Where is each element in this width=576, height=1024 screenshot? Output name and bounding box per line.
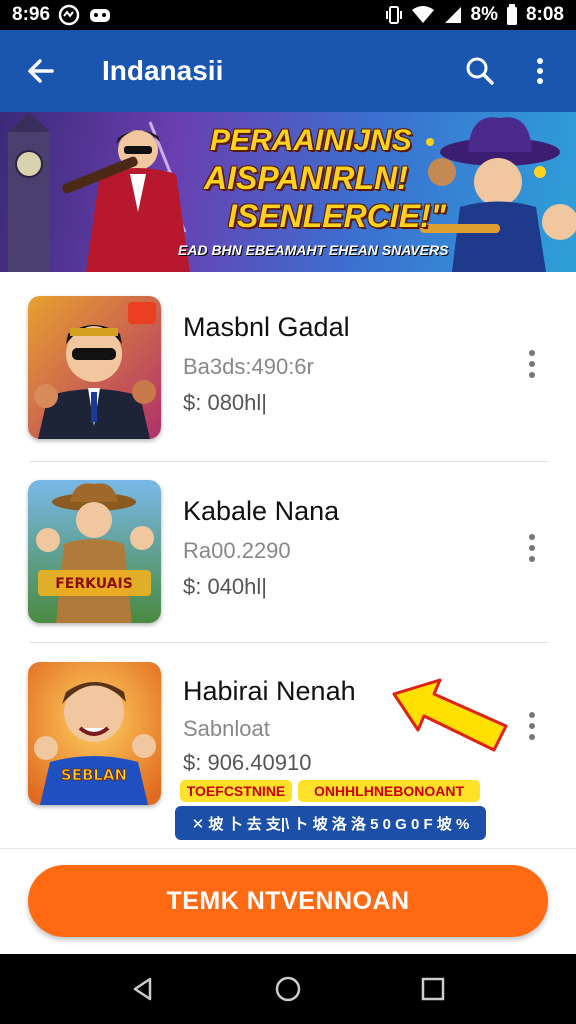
app-bar: Indanasii	[0, 30, 576, 112]
battery-percent: 8%	[470, 4, 498, 25]
more-vertical-icon	[529, 350, 535, 378]
item-subtitle: Ra00.2290	[183, 538, 291, 563]
promo-chip[interactable]: ✕ 坡 卜 去 支|\ ト 坡 洛 洛 5 0 G 0 F 坡 %	[175, 806, 486, 840]
divider	[30, 461, 548, 462]
back-button[interactable]	[10, 30, 72, 112]
item-name: Habirai Nenah	[183, 676, 356, 706]
status-time-left: 8:96	[12, 4, 51, 25]
more-vertical-icon	[529, 534, 535, 562]
item-subtitle: Ba3ds:490:6r	[183, 354, 314, 379]
item-thumbnail	[28, 296, 161, 439]
search-icon	[466, 57, 494, 85]
nav-back-button[interactable]	[113, 959, 173, 1019]
more-vertical-icon	[529, 712, 535, 740]
more-options-button[interactable]	[510, 30, 570, 112]
nav-recents-button[interactable]	[403, 959, 463, 1019]
banner-headline-line2: AISPANIRLN!	[204, 160, 408, 196]
item-menu-button[interactable]	[518, 344, 546, 384]
circle-home-icon	[275, 976, 301, 1002]
promo-banner[interactable]: PERAAINIJNS AISPANIRLN! ISENLERCIE!" EAD…	[0, 112, 576, 272]
primary-cta-button[interactable]: TEMK NTVENNOAN	[28, 865, 548, 937]
battery-icon	[506, 4, 518, 26]
vibrate-icon	[385, 5, 403, 25]
item-name: Kabale Nana	[183, 496, 340, 526]
wifi-icon	[411, 5, 435, 25]
system-nav-bar	[0, 954, 576, 1024]
tag-badge: TOEFCSTNINE	[180, 780, 292, 802]
divider	[30, 642, 548, 643]
pointer-arrow-icon	[392, 678, 508, 752]
notification-game-icon	[88, 4, 112, 26]
nav-home-button[interactable]	[258, 959, 318, 1019]
tag-badge: ONHHLHNEBONOANT	[298, 780, 480, 802]
banner-headline-line3: ISENLERCIE!"	[228, 198, 446, 234]
item-subtitle: Sabnloat	[183, 716, 270, 741]
divider	[0, 848, 576, 849]
status-time-right: 8:08	[525, 4, 564, 25]
page-title: Indanasii	[102, 55, 224, 86]
item-price: $: 080hl|	[183, 390, 268, 415]
item-thumbnail: SEBLAN	[28, 662, 161, 805]
thumbnail-caption: FERKUAIS	[55, 576, 133, 592]
banner-headline-line1: PERAAINIJNS	[210, 124, 412, 157]
notification-app-icon	[58, 4, 80, 26]
item-price: $: 040hl|	[183, 574, 268, 599]
arrow-left-icon	[28, 59, 54, 83]
item-menu-button[interactable]	[518, 706, 546, 746]
item-menu-button[interactable]	[518, 528, 546, 568]
item-price: $: 906.40910	[183, 750, 312, 775]
square-recents-icon	[422, 977, 445, 1001]
triangle-back-icon	[133, 977, 151, 1001]
status-bar: 8:96 8% 8:08	[0, 0, 576, 30]
search-button[interactable]	[450, 30, 510, 112]
signal-icon	[443, 5, 463, 25]
item-name: Masbnl Gadal	[183, 312, 350, 342]
more-vertical-icon	[537, 58, 543, 84]
item-thumbnail: FERKUAIS	[28, 480, 161, 623]
banner-subtitle: EAD BHN EBEAMAHT EHEAN SNAVERS	[178, 242, 449, 258]
thumbnail-caption: SEBLAN	[61, 766, 127, 784]
